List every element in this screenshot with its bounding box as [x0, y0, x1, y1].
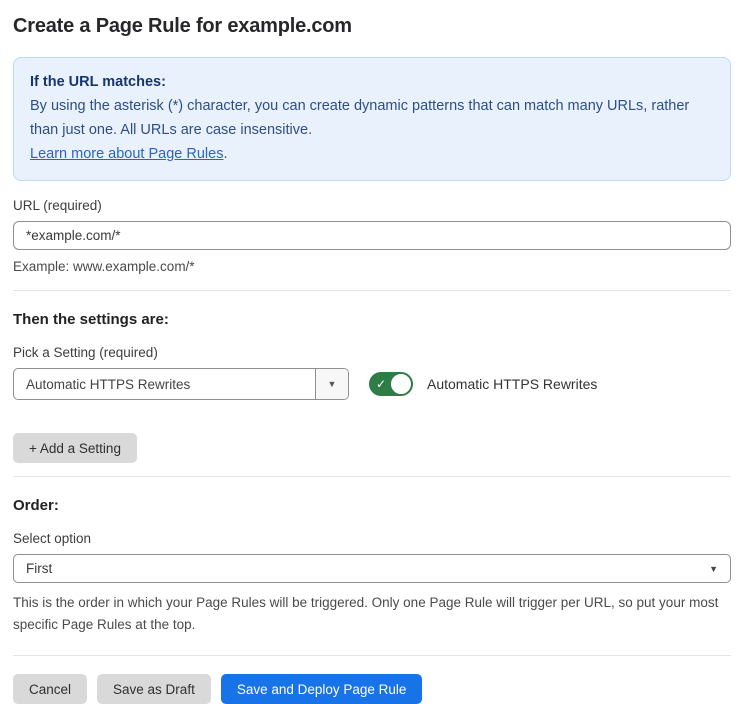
settings-section-heading: Then the settings are: [13, 311, 169, 328]
divider [13, 290, 731, 291]
url-field-label: URL (required) [13, 198, 102, 213]
toggle-knob [390, 373, 412, 395]
url-matches-info-box: If the URL matches: By using the asteris… [13, 57, 731, 181]
setting-dropdown-arrow-button[interactable]: ▼ [315, 369, 348, 399]
automatic-https-rewrites-toggle[interactable]: ✓ [369, 372, 413, 396]
setting-dropdown[interactable]: Automatic HTTPS Rewrites ▼ [13, 368, 349, 400]
info-box-link-line: Learn more about Page Rules. [30, 142, 714, 166]
pick-setting-label: Pick a Setting (required) [13, 345, 158, 360]
info-box-heading: If the URL matches: [30, 74, 166, 90]
page-title: Create a Page Rule for example.com [13, 15, 352, 37]
check-icon: ✓ [376, 377, 387, 391]
save-as-draft-button[interactable]: Save as Draft [97, 674, 211, 704]
order-select[interactable]: First ▼ [13, 554, 731, 583]
divider [13, 476, 731, 477]
footer-actions: Cancel Save as Draft Save and Deploy Pag… [13, 674, 731, 704]
url-input[interactable] [13, 221, 731, 250]
order-helper-text: This is the order in which your Page Rul… [13, 595, 719, 632]
order-select-value: First [26, 561, 53, 576]
select-option-label: Select option [13, 531, 92, 546]
add-setting-button[interactable]: + Add a Setting [13, 433, 137, 463]
divider [13, 655, 731, 656]
setting-dropdown-value: Automatic HTTPS Rewrites [26, 376, 191, 392]
url-example-helper: Example: www.example.com/* [13, 259, 195, 274]
learn-more-link[interactable]: Learn more about Page Rules [30, 146, 223, 162]
save-and-deploy-button[interactable]: Save and Deploy Page Rule [220, 674, 423, 704]
chevron-down-icon: ▼ [709, 563, 718, 574]
setting-row: Automatic HTTPS Rewrites ▼ ✓ Automatic H… [13, 368, 731, 400]
order-section-heading: Order: [13, 497, 59, 514]
toggle-label: Automatic HTTPS Rewrites [427, 376, 598, 392]
link-suffix: . [223, 146, 228, 162]
info-box-body: By using the asterisk (*) character, you… [30, 98, 690, 138]
create-page-rule-form: Create a Page Rule for example.com If th… [0, 0, 743, 704]
chevron-down-icon: ▼ [327, 379, 337, 389]
cancel-button[interactable]: Cancel [13, 674, 88, 704]
